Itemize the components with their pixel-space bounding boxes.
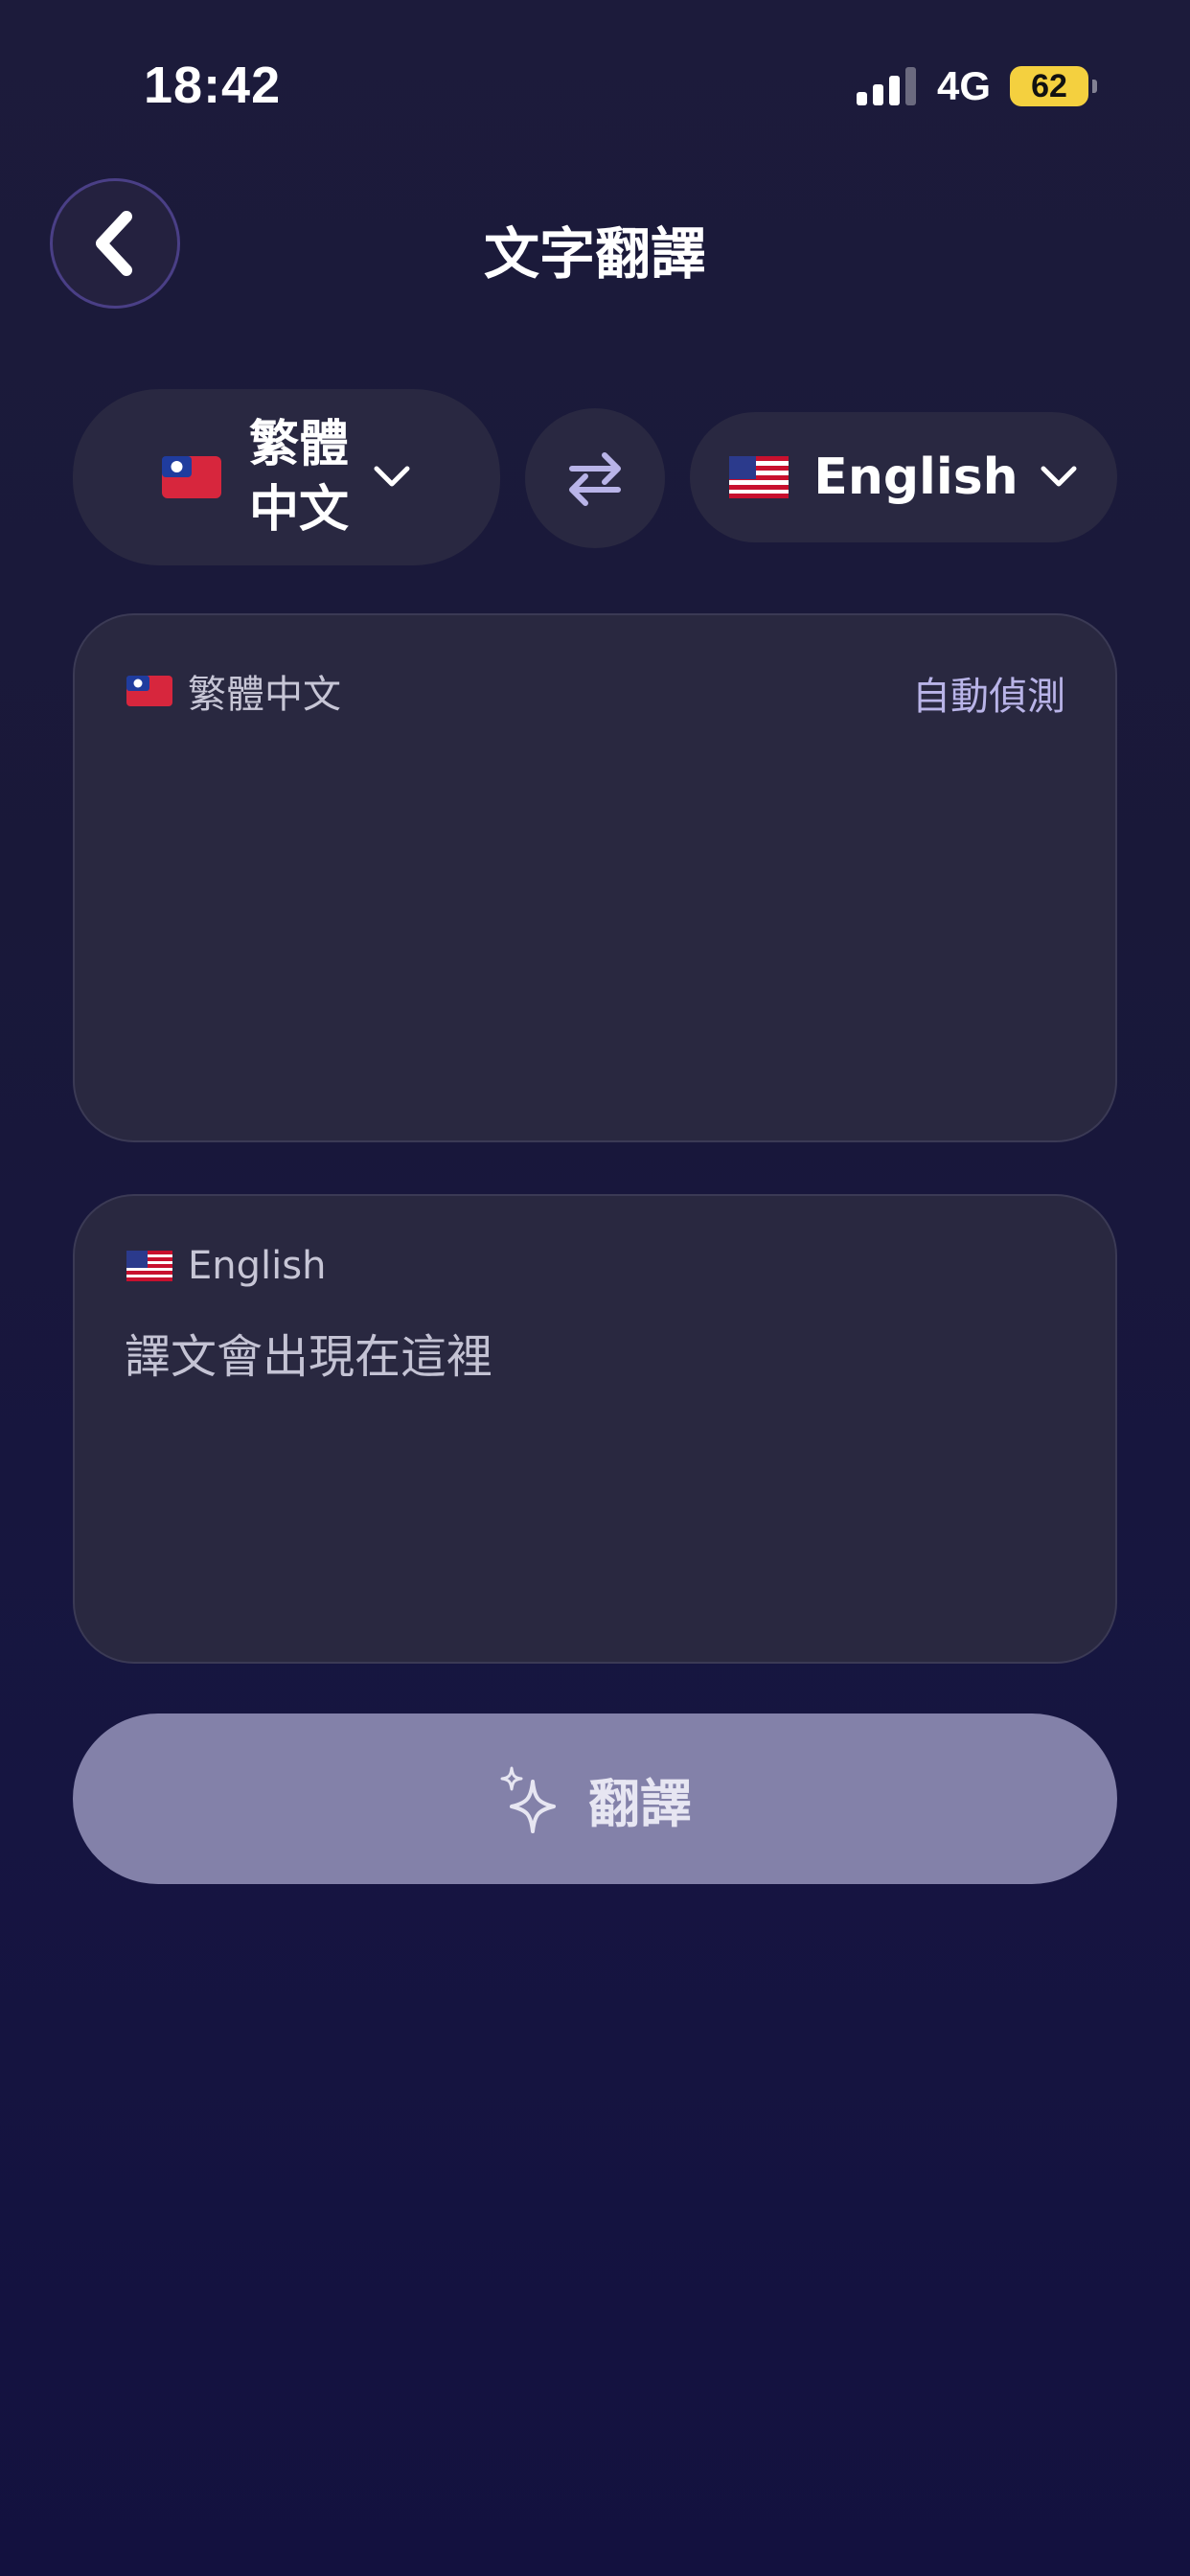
network-type: 4G xyxy=(936,63,991,108)
page-title: 文字翻譯 xyxy=(483,221,706,287)
swap-languages-button[interactable] xyxy=(525,408,665,548)
translation-placeholder: 譯文會出現在這裡 xyxy=(125,1330,493,1384)
status-time: 18:42 xyxy=(144,57,282,114)
source-card-header: 繁體中文 xyxy=(126,663,341,719)
source-text-input[interactable] xyxy=(125,738,1065,1102)
chevron-down-icon xyxy=(373,465,411,490)
auto-detect-label[interactable]: 自動偵測 xyxy=(912,665,1065,721)
source-text-card: 繁體中文 自動偵測 xyxy=(73,613,1117,1142)
target-language-selector[interactable]: English xyxy=(690,412,1117,542)
battery-icon: 62 xyxy=(1010,66,1097,106)
swap-arrows-icon xyxy=(569,452,621,506)
status-indicators: 4G 62 xyxy=(856,63,1097,109)
translate-button[interactable]: 翻譯 xyxy=(73,1714,1117,1884)
source-card-language: 繁體中文 xyxy=(188,673,341,717)
chevron-down-icon xyxy=(1040,465,1078,490)
target-card-language: English xyxy=(188,1244,327,1288)
us-flag-icon xyxy=(126,1251,172,1281)
target-card-header: English xyxy=(126,1244,326,1288)
battery-level: 62 xyxy=(1031,67,1067,104)
translation-output-card: English 譯文會出現在這裡 xyxy=(73,1194,1117,1664)
taiwan-flag-icon xyxy=(162,456,221,498)
us-flag-icon xyxy=(729,456,790,498)
source-language-name: 繁體 中文 xyxy=(248,416,349,539)
signal-icon xyxy=(856,67,916,105)
source-language-selector[interactable]: 繁體 中文 xyxy=(73,389,500,565)
translate-screen: 18:42 4G 62 文字翻譯 繁體 中文 English 繁體中文 自動偵測… xyxy=(0,0,1190,2576)
target-language-name: English xyxy=(813,448,1018,506)
sparkles-icon xyxy=(500,1766,556,1833)
taiwan-flag-icon xyxy=(126,676,172,706)
translate-button-label: 翻譯 xyxy=(588,1773,692,1834)
